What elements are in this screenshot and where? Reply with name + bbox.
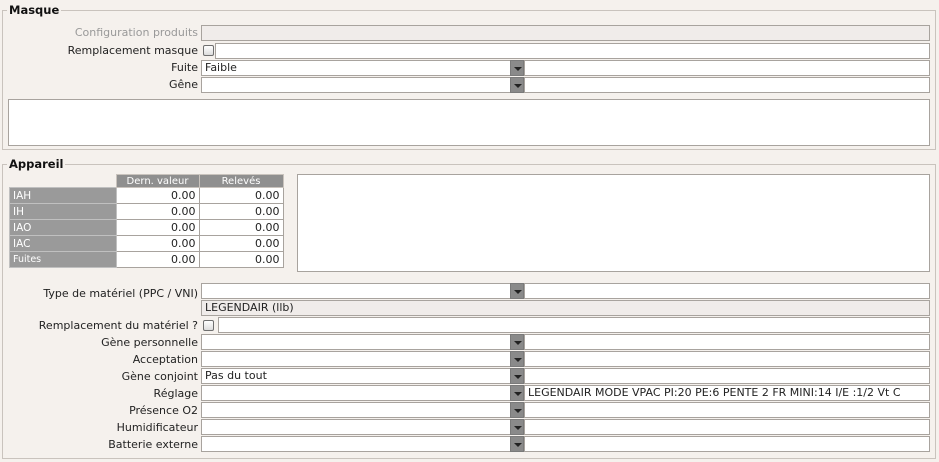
acceptation-label: Acceptation	[132, 353, 198, 366]
row-label: IAO	[9, 219, 117, 236]
gene-conjoint-select[interactable]: Pas du tout	[201, 368, 511, 384]
reglage-label: Réglage	[153, 387, 198, 400]
gene-dropdown-icon[interactable]	[510, 77, 524, 93]
row-label: IAC	[9, 235, 117, 252]
reglage-info-field[interactable]: LEGENDAIR MODE VPAC PI:20 PE:6 PENTE 2 F…	[524, 385, 930, 401]
fuite-dropdown-icon[interactable]	[510, 60, 524, 76]
presence-o2-select[interactable]	[201, 402, 511, 418]
measures-table: Dern. valeur Relevés IAH 0.00 0.00 IH 0.…	[9, 174, 284, 268]
acceptation-dropdown-icon[interactable]	[510, 351, 524, 367]
last-value-cell: 0.00	[115, 219, 200, 236]
gene-personnelle-extra-field[interactable]	[524, 334, 930, 350]
table-row: IH 0.00 0.00	[9, 203, 284, 220]
last-value-cell: 0.00	[115, 235, 200, 252]
humidificateur-select[interactable]	[201, 419, 511, 435]
reglage-dropdown-icon[interactable]	[510, 385, 524, 401]
releves-input[interactable]: 0.00	[198, 251, 284, 268]
config-produits-label: Configuration produits	[74, 26, 198, 39]
row-label: IH	[9, 203, 117, 220]
type-materiel-label: Type de matériel (PPC / VNI)	[43, 287, 198, 300]
config-produits-field	[201, 25, 930, 41]
row-label: IAH	[9, 187, 117, 204]
fuite-select[interactable]: Faible	[201, 60, 511, 76]
gene-personnelle-select[interactable]	[201, 334, 511, 350]
releves-input[interactable]: 0.00	[198, 187, 284, 204]
batterie-externe-label: Batterie externe	[108, 438, 198, 451]
type-materiel-dropdown-icon[interactable]	[510, 283, 524, 299]
remplacement-masque-label: Remplacement masque	[67, 44, 198, 57]
acceptation-extra-field[interactable]	[524, 351, 930, 367]
presence-o2-extra-field[interactable]	[524, 402, 930, 418]
gene-extra-field[interactable]	[524, 77, 930, 93]
presence-o2-label: Présence O2	[129, 404, 198, 417]
releves-input[interactable]: 0.00	[198, 219, 284, 236]
type-materiel-select[interactable]	[201, 283, 511, 299]
fuite-label: Fuite	[171, 61, 198, 74]
appareil-legend: Appareil	[7, 157, 66, 171]
humidificateur-extra-field[interactable]	[524, 419, 930, 435]
releves-input[interactable]: 0.00	[198, 235, 284, 252]
type-materiel-info: LEGENDAIR (llb)	[201, 300, 930, 316]
row-label: Fuites	[9, 251, 117, 268]
remplacement-masque-checkbox[interactable]	[203, 45, 214, 56]
reglage-select[interactable]	[201, 385, 511, 401]
masque-comment-textarea[interactable]	[8, 99, 930, 146]
last-value-cell: 0.00	[115, 251, 200, 268]
table-row: IAH 0.00 0.00	[9, 187, 284, 204]
appareil-comment-textarea[interactable]	[297, 174, 930, 272]
last-value-cell: 0.00	[115, 203, 200, 220]
acceptation-select[interactable]	[201, 351, 511, 367]
gene-conjoint-dropdown-icon[interactable]	[510, 368, 524, 384]
gene-conjoint-label: Gène conjoint	[121, 370, 198, 383]
gene-conjoint-extra-field[interactable]	[524, 368, 930, 384]
remplacement-materiel-field[interactable]	[218, 317, 930, 333]
remplacement-masque-field[interactable]	[215, 43, 930, 59]
gene-label: Gêne	[168, 78, 198, 91]
masque-legend: Masque	[7, 3, 62, 17]
remplacement-materiel-label: Remplacement du matériel ?	[38, 319, 198, 332]
table-row: Fuites 0.00 0.00	[9, 251, 284, 268]
type-materiel-extra-field[interactable]	[524, 283, 930, 299]
batterie-externe-dropdown-icon[interactable]	[510, 436, 524, 452]
gene-personnelle-label: Gène personnelle	[101, 336, 198, 349]
fuite-extra-field[interactable]	[524, 60, 930, 76]
remplacement-materiel-checkbox[interactable]	[203, 320, 214, 331]
column-header-last: Dern. valeur	[115, 174, 200, 188]
gene-personnelle-dropdown-icon[interactable]	[510, 334, 524, 350]
humidificateur-dropdown-icon[interactable]	[510, 419, 524, 435]
presence-o2-dropdown-icon[interactable]	[510, 402, 524, 418]
releves-input[interactable]: 0.00	[198, 203, 284, 220]
gene-select[interactable]	[201, 77, 511, 93]
table-row: IAO 0.00 0.00	[9, 219, 284, 236]
table-row: IAC 0.00 0.00	[9, 235, 284, 252]
batterie-externe-select[interactable]	[201, 436, 511, 452]
column-header-releves: Relevés	[198, 174, 284, 188]
last-value-cell: 0.00	[115, 187, 200, 204]
humidificateur-label: Humidificateur	[116, 421, 198, 434]
batterie-externe-extra-field[interactable]	[524, 436, 930, 452]
